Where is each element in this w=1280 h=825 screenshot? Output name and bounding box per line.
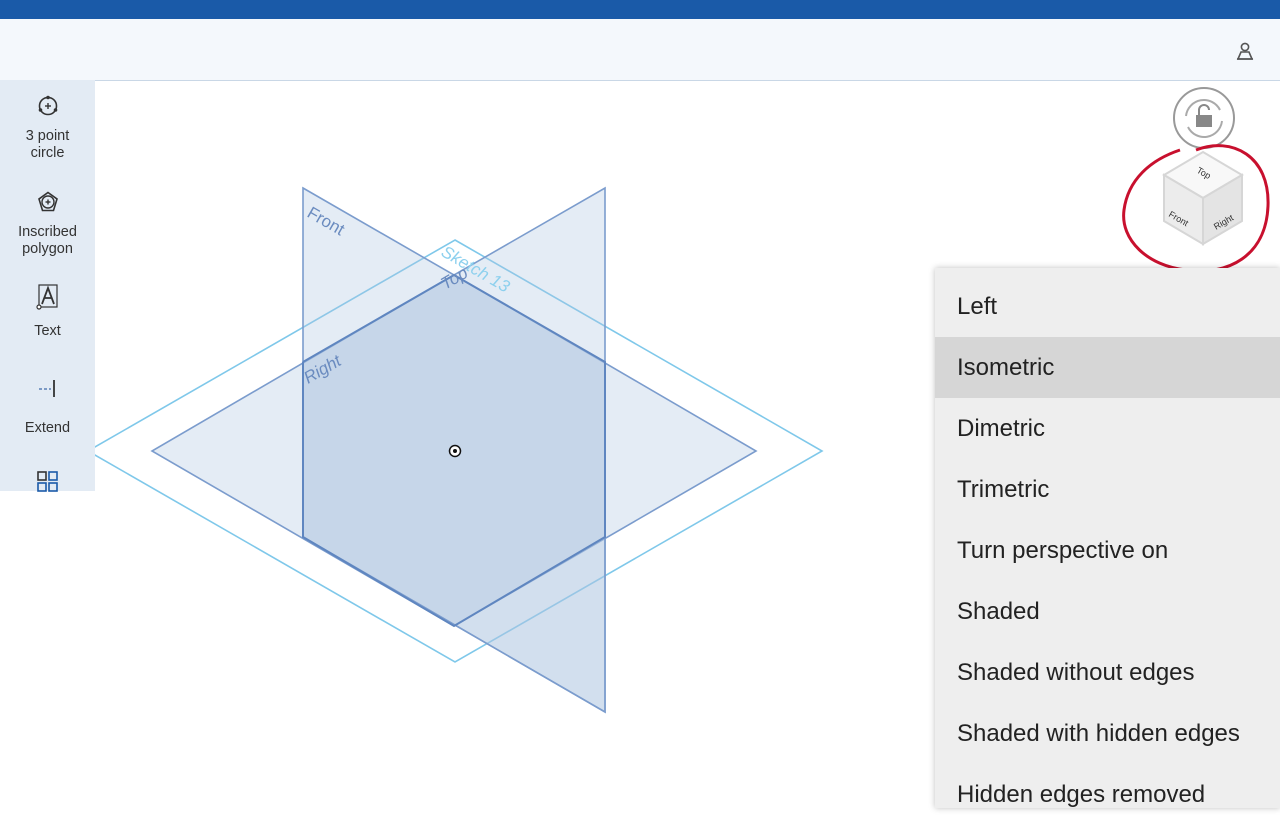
menu-item-shaded-without-edges[interactable]: Shaded without edges (935, 642, 1280, 703)
menu-item-hidden-edges-removed[interactable]: Hidden edges removed (935, 764, 1280, 825)
grid-icon (36, 471, 58, 492)
view-cube[interactable]: Top Front Right (1118, 84, 1278, 280)
toolbar (0, 19, 1280, 81)
origin-marker (448, 444, 462, 458)
menu-item-shaded[interactable]: Shaded (935, 581, 1280, 642)
tool-label: Extend (24, 420, 71, 436)
text-icon (35, 284, 58, 310)
menu-item-shaded-with-hidden-edges[interactable]: Shaded with hidden edges (935, 703, 1280, 764)
rotate-lock-icon[interactable] (1173, 87, 1235, 149)
tool-label: 3 point (25, 128, 70, 144)
three-point-circle-icon (38, 95, 57, 116)
user-icon[interactable] (1234, 40, 1256, 62)
sketch-tool-panel: 3 point circle Inscribed polygon Text Ex… (0, 80, 95, 494)
tool-label: Inscribed (18, 224, 77, 240)
menu-item-turn-perspective-on[interactable]: Turn perspective on (935, 520, 1280, 581)
tool-inscribed-polygon[interactable]: Inscribed polygon (0, 190, 95, 258)
tool-extend[interactable]: Extend (0, 376, 95, 437)
menu-item-dimetric[interactable]: Dimetric (935, 398, 1280, 459)
tool-label: polygon (22, 241, 73, 257)
tool-more[interactable] (0, 470, 95, 494)
inscribed-polygon-icon (37, 191, 58, 212)
tool-text[interactable]: Text (0, 283, 95, 340)
app-header-bar (0, 0, 1280, 19)
menu-item-left[interactable]: Left (935, 276, 1280, 337)
tool-3-point-circle[interactable]: 3 point circle (0, 94, 95, 162)
view-context-menu: Left Isometric Dimetric Trimetric Turn persp… (935, 268, 1280, 808)
extend-icon (38, 380, 55, 397)
tool-label: Text (34, 323, 61, 339)
tool-label: circle (30, 145, 65, 161)
menu-item-trimetric[interactable]: Trimetric (935, 459, 1280, 520)
menu-item-isometric[interactable]: Isometric (935, 337, 1280, 398)
